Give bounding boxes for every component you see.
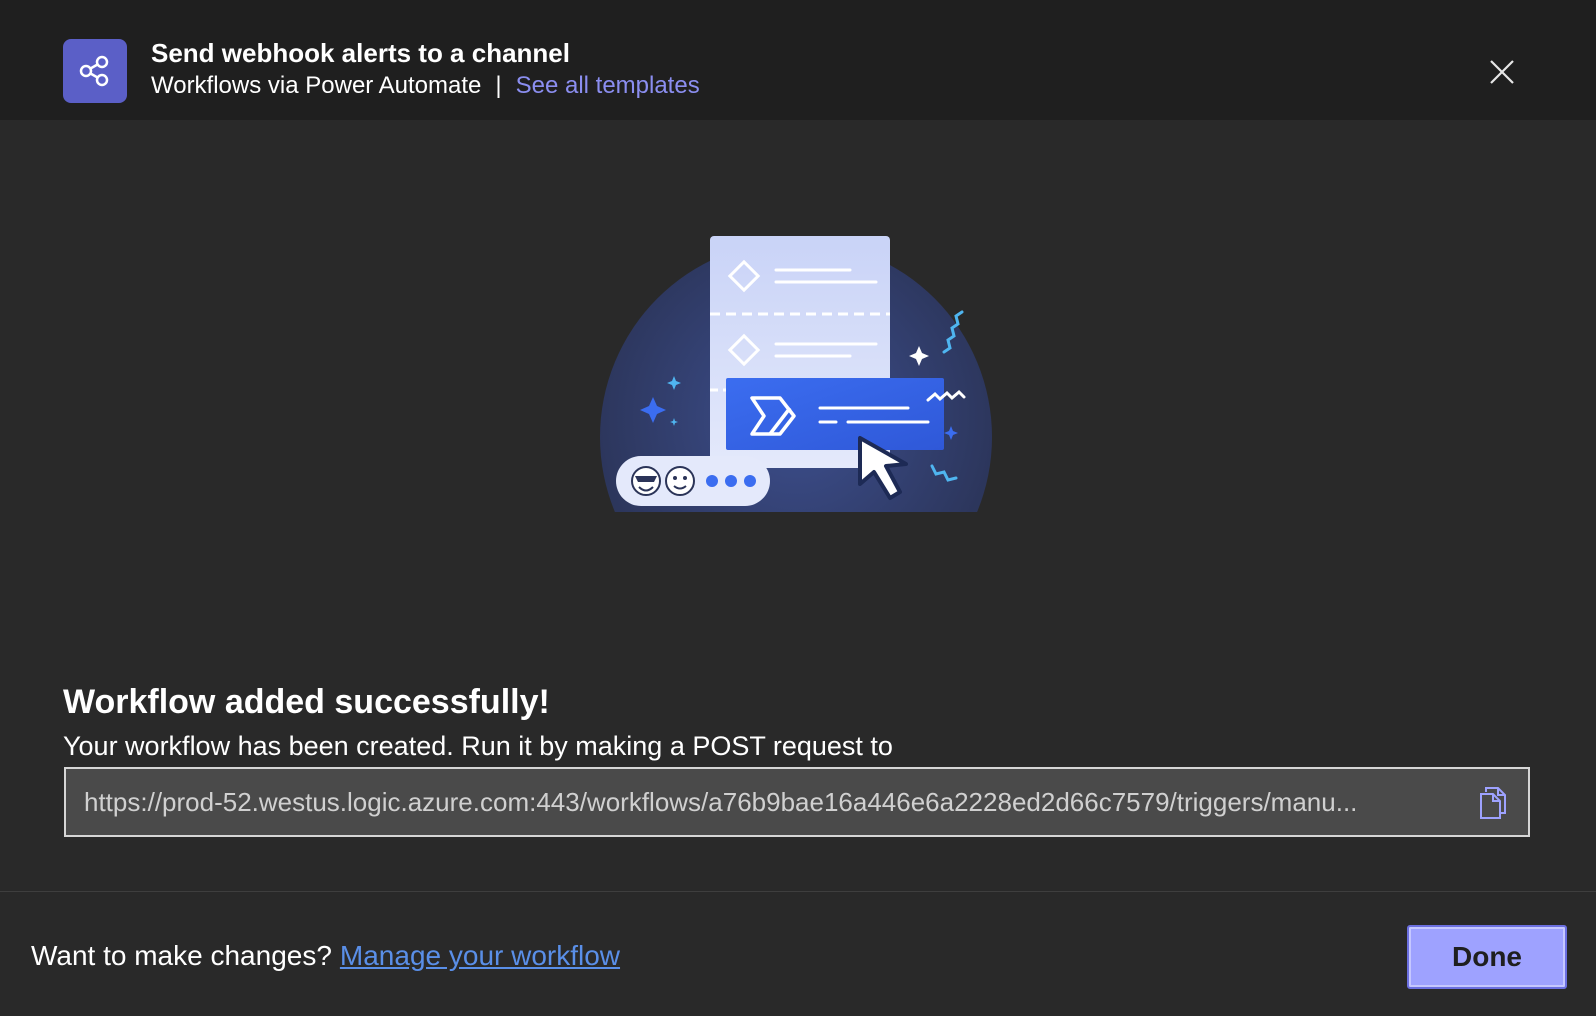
dialog-subtitle: Workflows via Power Automate xyxy=(151,72,482,99)
dialog-title: Send webhook alerts to a channel xyxy=(151,38,570,68)
dialog-header: Send webhook alerts to a channel Workflo… xyxy=(0,0,1596,120)
workflow-illustration xyxy=(598,232,998,522)
copy-icon xyxy=(1480,787,1506,819)
copy-url-button[interactable] xyxy=(1476,785,1510,821)
subtitle-separator: | xyxy=(495,72,502,99)
footer-prompt: Want to make changes? xyxy=(31,940,332,971)
share-nodes-icon xyxy=(63,39,127,103)
success-title: Workflow added successfully! xyxy=(63,683,550,721)
close-button[interactable] xyxy=(1484,54,1520,90)
footer-prompt-row: Want to make changes? Manage your workflo… xyxy=(31,940,620,972)
success-description: Your workflow has been created. Run it b… xyxy=(63,731,893,761)
webhook-url-text[interactable]: https://prod-52.westus.logic.azure.com:4… xyxy=(84,769,1444,835)
close-icon xyxy=(1490,60,1514,84)
footer-divider xyxy=(0,891,1596,892)
done-button[interactable]: Done xyxy=(1407,925,1567,989)
dialog-subtitle-row: Workflows via Power Automate | See all t… xyxy=(151,72,700,100)
see-all-templates-link[interactable]: See all templates xyxy=(516,72,700,100)
manage-workflow-link[interactable]: Manage your workflow xyxy=(340,940,620,971)
webhook-url-field[interactable]: https://prod-52.westus.logic.azure.com:4… xyxy=(64,767,1530,837)
